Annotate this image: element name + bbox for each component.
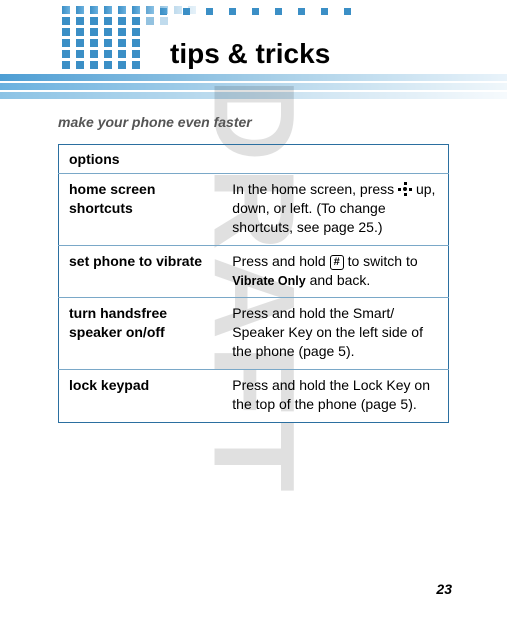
row-description: In the home screen, press up, down, or l… (222, 174, 448, 246)
text: In the home screen, press (232, 181, 398, 197)
row-label: lock keypad (59, 370, 223, 423)
table-header: options (59, 145, 449, 174)
page-title: tips & tricks (170, 38, 330, 70)
page-number: 23 (436, 581, 452, 597)
text: to switch to (348, 253, 418, 269)
nav-key-icon (398, 182, 412, 196)
table-row: lock keypad Press and hold the Lock Key … (59, 370, 449, 423)
row-description: Press and hold the Lock Key on the top o… (222, 370, 448, 423)
decorative-band (0, 74, 507, 81)
options-table: options home screen shortcuts In the hom… (58, 144, 449, 423)
row-description: Press and hold # to switch to Vibrate On… (222, 245, 448, 298)
hash-key-icon: # (330, 255, 344, 271)
text: and back. (310, 272, 371, 288)
content-area: make your phone even faster options home… (0, 96, 507, 423)
subtitle-text: make your phone even faster (58, 114, 449, 130)
table-row: home screen shortcuts In the home screen… (59, 174, 449, 246)
row-label: set phone to vibrate (59, 245, 223, 298)
decorative-band (0, 83, 507, 90)
row-description: Press and hold the Smart/ Speaker Key on… (222, 298, 448, 370)
row-label: home screen shortcuts (59, 174, 223, 246)
header-banner: tips & tricks (0, 0, 507, 96)
menu-string: Vibrate Only (232, 274, 305, 288)
row-label: turn handsfree speaker on/off (59, 298, 223, 370)
table-row: turn handsfree speaker on/off Press and … (59, 298, 449, 370)
table-row: set phone to vibrate Press and hold # to… (59, 245, 449, 298)
text: Press and hold (232, 253, 329, 269)
